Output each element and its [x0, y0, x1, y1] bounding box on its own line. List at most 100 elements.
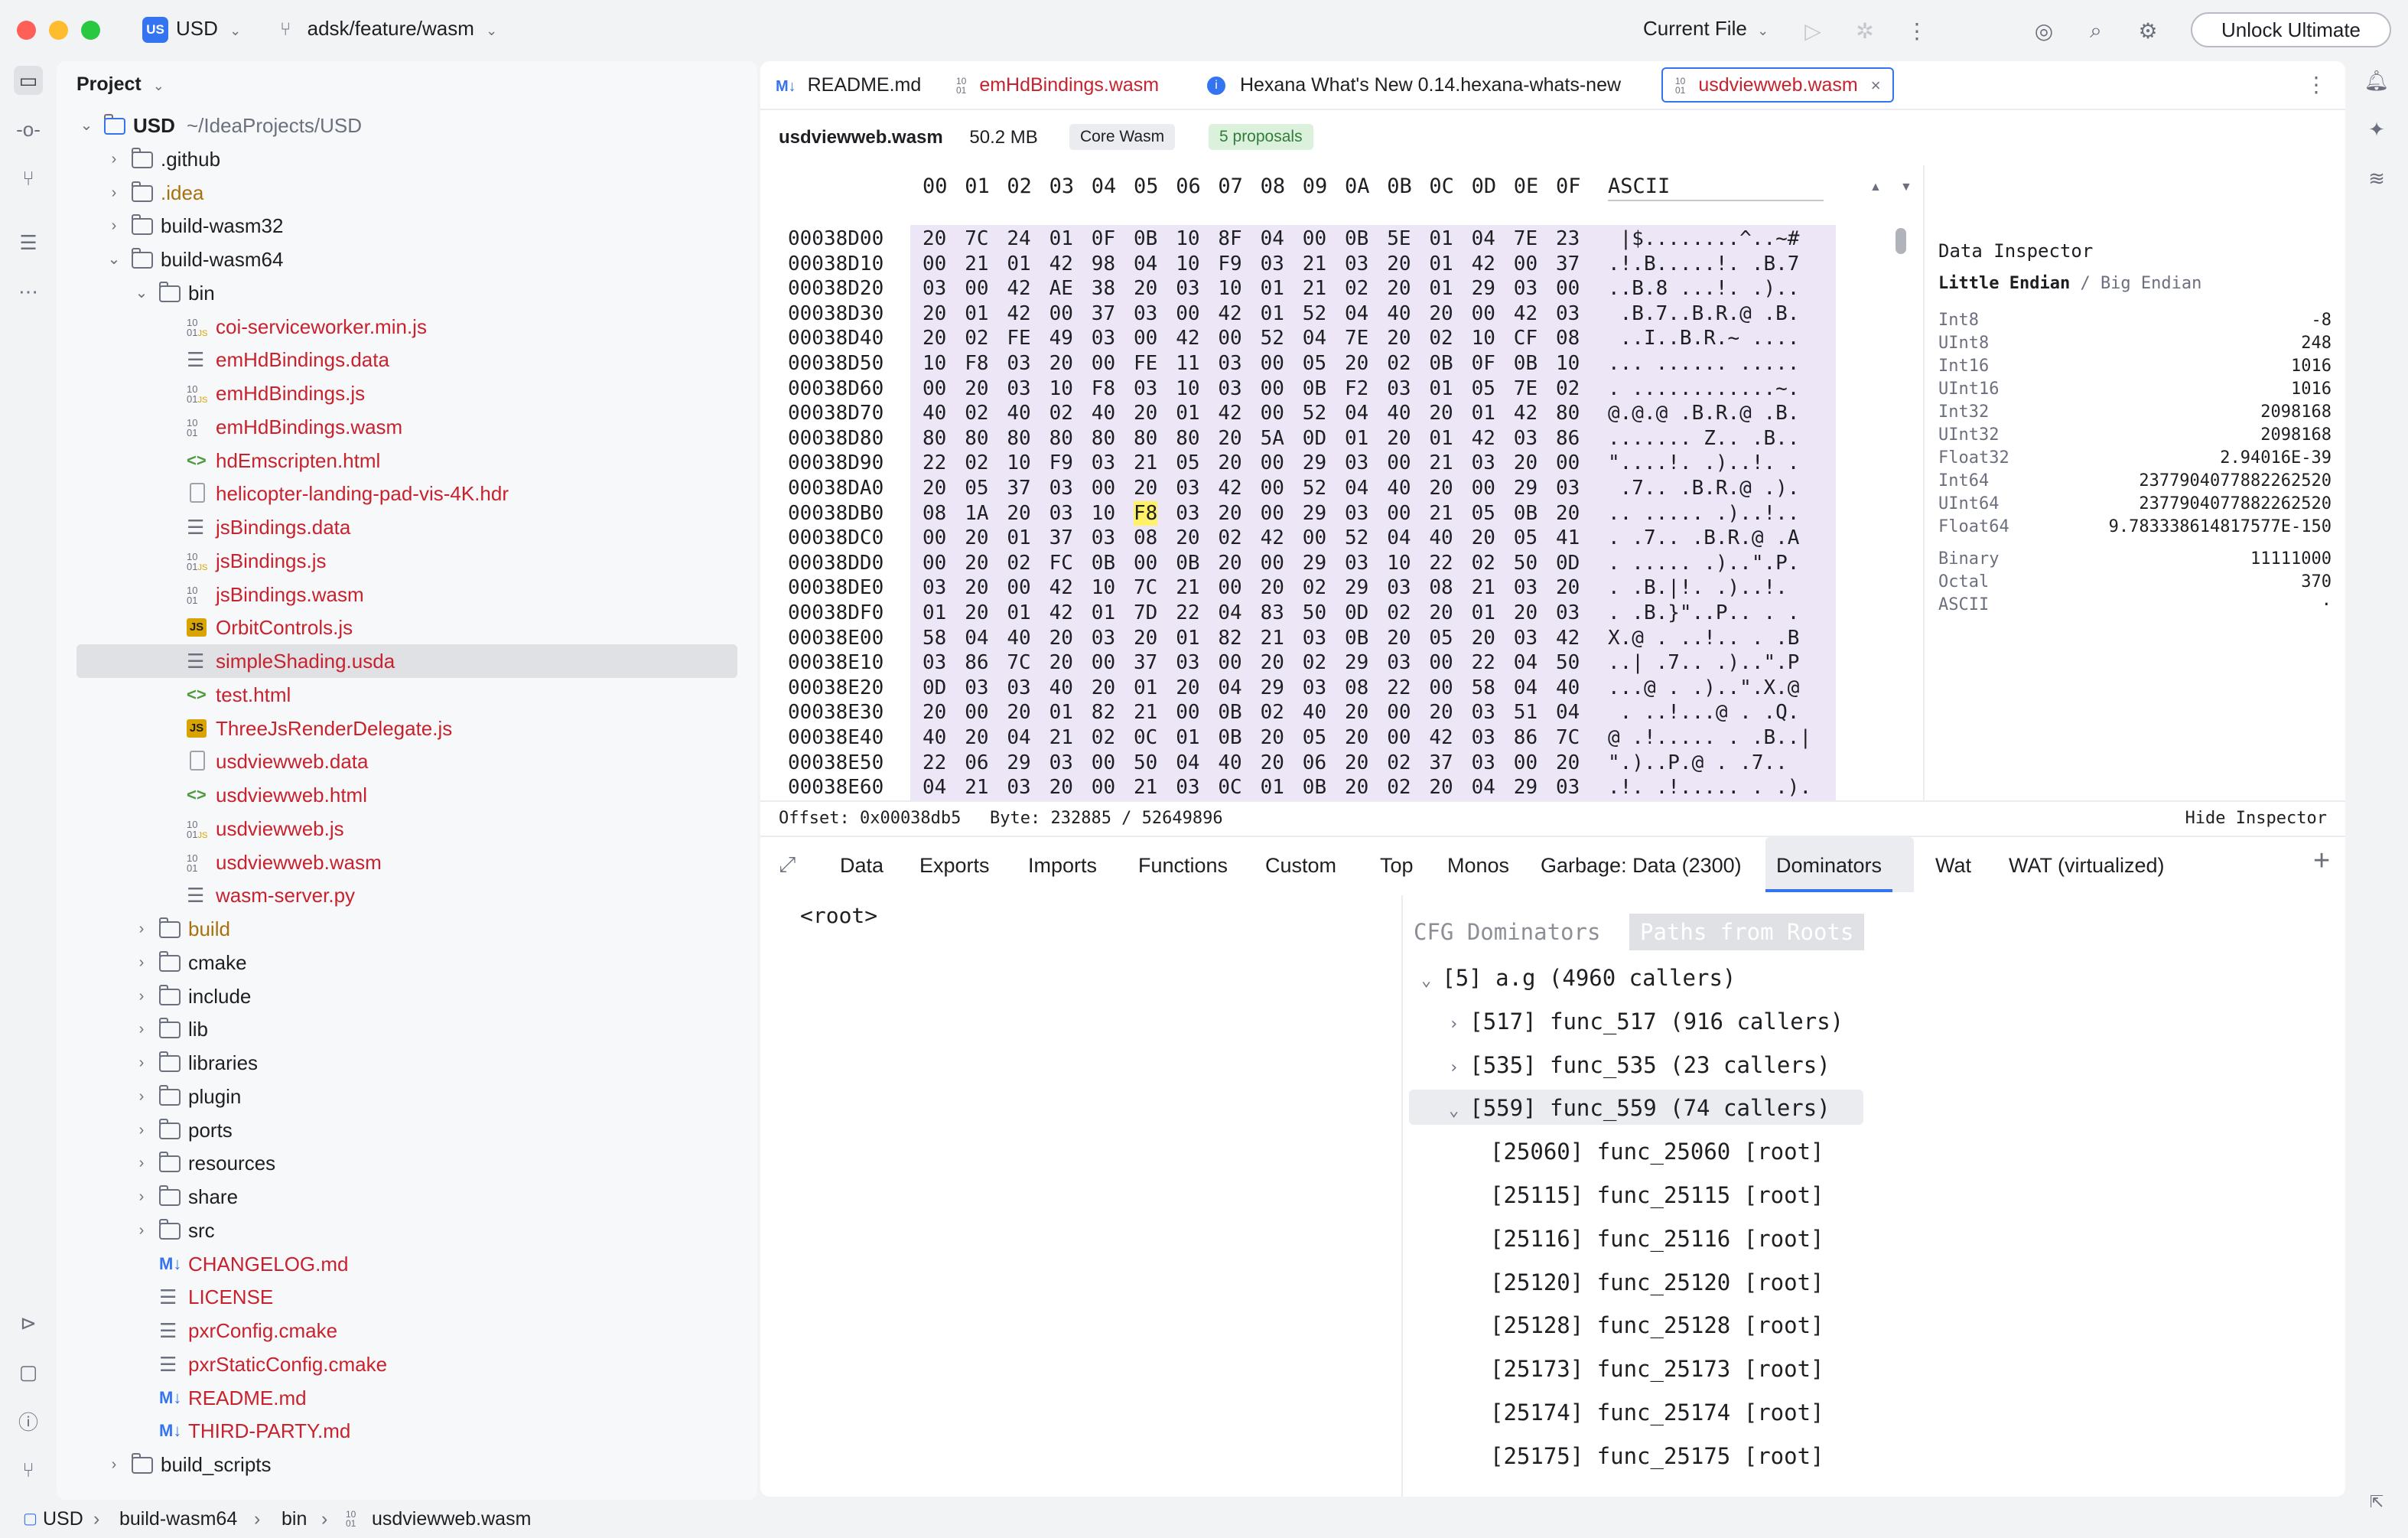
tab-hexana-whats-new[interactable]: i Hexana What's New 0.14.hexana-whats-ne…: [1207, 61, 1621, 109]
dominator-node[interactable]: [25128] func_25128 [root]: [1476, 1305, 1824, 1345]
hex-byte[interactable]: 03: [1514, 276, 1538, 301]
hex-byte[interactable]: 05: [1303, 725, 1326, 751]
hex-byte[interactable]: 03: [1134, 376, 1157, 402]
hex-byte[interactable]: 00: [1514, 252, 1538, 277]
hex-byte[interactable]: FE: [1134, 351, 1157, 376]
hex-byte[interactable]: 00: [1176, 700, 1199, 725]
hex-byte[interactable]: 7E: [1514, 376, 1538, 402]
hex-byte[interactable]: 21: [965, 775, 988, 800]
hex-byte[interactable]: 40: [923, 401, 946, 426]
hex-byte[interactable]: 80: [1134, 426, 1157, 451]
hex-byte[interactable]: 20: [1429, 700, 1453, 725]
hex-byte[interactable]: 00: [1387, 501, 1411, 526]
hex-byte[interactable]: 03: [1472, 451, 1495, 476]
cfg-dominators-tab[interactable]: CFG Dominators: [1403, 914, 1611, 950]
hex-byte[interactable]: 05: [965, 476, 988, 501]
hex-byte[interactable]: 00: [1261, 351, 1284, 376]
hex-byte[interactable]: 04: [1514, 650, 1538, 676]
hex-byte[interactable]: 80: [1049, 426, 1073, 451]
breadcrumb-item-bin[interactable]: bin: [281, 1500, 307, 1538]
hex-byte[interactable]: 37: [1049, 526, 1073, 551]
hex-byte[interactable]: 80: [1176, 426, 1199, 451]
analysis-tab-custom[interactable]: Custom: [1265, 836, 1336, 895]
hex-byte[interactable]: 20: [965, 601, 988, 626]
hex-byte[interactable]: 03: [1049, 751, 1073, 776]
add-tab-icon[interactable]: +: [2313, 845, 2330, 878]
settings-gear-icon[interactable]: ⚙: [2134, 17, 2162, 44]
hex-byte[interactable]: 00: [1134, 326, 1157, 351]
hex-byte[interactable]: 42: [1472, 252, 1495, 277]
chevron-down-icon[interactable]: ⌄: [1449, 1101, 1459, 1120]
tree-folder-item[interactable]: › lib: [57, 1012, 737, 1046]
tree-file-item[interactable]: 10 01JS usdviewweb.js: [57, 812, 737, 846]
hex-byte[interactable]: F2: [1345, 376, 1368, 402]
hex-byte[interactable]: 42: [1049, 575, 1073, 601]
hex-byte[interactable]: 00: [1387, 700, 1411, 725]
hex-byte[interactable]: 0B: [1218, 725, 1241, 751]
hex-byte[interactable]: 20: [1049, 626, 1073, 651]
hex-byte[interactable]: 0B: [1345, 226, 1368, 252]
hex-byte[interactable]: 02: [1049, 401, 1073, 426]
hex-byte[interactable]: 08: [1134, 526, 1157, 551]
tree-file-item[interactable]: ☰ LICENSE: [57, 1280, 737, 1314]
hex-row[interactable]: 00038D00 20 7C 24 01 0F 0B 10 8F 04 00 0B 5E 01 04 7E 23…: [760, 226, 1923, 252]
breadcrumb-item-file[interactable]: usdviewweb.wasm: [372, 1500, 531, 1538]
hex-byte[interactable]: 86: [1514, 725, 1538, 751]
dominator-node[interactable]: ⌄ [559] func_559 (74 callers): [1449, 1088, 1830, 1128]
hex-byte[interactable]: 05: [1176, 451, 1199, 476]
hex-byte[interactable]: 00: [1472, 476, 1495, 501]
hex-byte[interactable]: 20: [1134, 276, 1157, 301]
hex-byte[interactable]: 00: [1556, 451, 1580, 476]
hex-byte[interactable]: 01: [965, 301, 988, 327]
debug-icon[interactable]: ✲: [1851, 17, 1879, 44]
chevron-right-icon[interactable]: ›: [132, 979, 151, 1013]
hex-byte[interactable]: 08: [923, 501, 946, 526]
hex-byte[interactable]: 52: [1261, 326, 1284, 351]
hex-row[interactable]: 00038DE0 03 20 00 42 10 7C 21 00 20 02 29 03 08 21 03 20…: [760, 575, 1923, 601]
hex-byte[interactable]: 02: [1387, 751, 1411, 776]
hex-byte[interactable]: 40: [1556, 676, 1580, 701]
hex-byte[interactable]: 20: [923, 301, 946, 327]
hex-byte[interactable]: 00: [1261, 376, 1284, 402]
paths-from-roots-tab[interactable]: Paths from Roots: [1629, 914, 1865, 950]
project-badge[interactable]: US: [142, 17, 168, 43]
hex-byte[interactable]: 03: [1345, 551, 1368, 576]
hex-byte[interactable]: 20: [1176, 676, 1199, 701]
hex-byte[interactable]: 01: [1176, 626, 1199, 651]
hex-byte[interactable]: 20: [1345, 351, 1368, 376]
hex-byte[interactable]: 20: [1345, 751, 1368, 776]
hex-byte[interactable]: 21: [1303, 252, 1326, 277]
hex-byte[interactable]: 0D: [1556, 551, 1580, 576]
hex-byte[interactable]: 10: [1007, 451, 1030, 476]
tree-file-item[interactable]: M↓ README.md: [57, 1381, 737, 1415]
hex-row[interactable]: 00038E60 04 21 03 20 00 21 03 0C 01 0B 20 02 20 04 29 03…: [760, 775, 1923, 800]
hex-byte[interactable]: 0B: [1303, 376, 1326, 402]
hex-byte[interactable]: 7C: [1556, 725, 1580, 751]
hex-view[interactable]: 00038D00 20 7C 24 01 0F 0B 10 8F 04 00 0B 5E 01 04 7E 23…: [760, 225, 1923, 800]
hex-byte[interactable]: 00: [1261, 476, 1284, 501]
hex-byte[interactable]: 03: [1345, 501, 1368, 526]
hex-byte[interactable]: 21: [1049, 725, 1073, 751]
tab-emhdbindings-wasm[interactable]: 10 01 emHdBindings.wasm: [956, 61, 1159, 109]
tree-file-item[interactable]: 10 01JS emHdBindings.js: [57, 376, 737, 410]
hex-byte[interactable]: 21: [1303, 276, 1326, 301]
hex-byte[interactable]: F8: [1092, 376, 1115, 402]
tree-folder-item[interactable]: › build_scripts: [57, 1448, 737, 1481]
hex-byte[interactable]: 03: [1514, 426, 1538, 451]
hex-byte[interactable]: 1A: [965, 501, 988, 526]
hex-byte[interactable]: 04: [1261, 226, 1284, 252]
hex-byte[interactable]: 0B: [1514, 501, 1538, 526]
hex-byte[interactable]: 04: [1218, 601, 1241, 626]
chevron-down-icon[interactable]: ⌄: [104, 243, 124, 276]
hex-byte[interactable]: 01: [1176, 725, 1199, 751]
hex-byte[interactable]: 00: [965, 700, 988, 725]
tree-file-item[interactable]: <> test.html: [57, 678, 737, 712]
hex-byte[interactable]: 08: [1345, 676, 1368, 701]
hex-byte[interactable]: 50: [1134, 751, 1157, 776]
hex-byte[interactable]: 02: [965, 326, 988, 351]
hex-row[interactable]: 00038D20 03 00 42 AE 38 20 03 10 01 21 02 20 01 29 03 00…: [760, 276, 1923, 301]
hex-row[interactable]: 00038DD0 00 20 02 FC 0B 00 0B 20 00 29 03 10 22 02 50 0D…: [760, 551, 1923, 576]
dominator-node[interactable]: › [535] func_535 (23 callers): [1449, 1045, 1830, 1085]
hex-byte[interactable]: 20: [1387, 252, 1411, 277]
hex-byte[interactable]: 00: [1261, 501, 1284, 526]
